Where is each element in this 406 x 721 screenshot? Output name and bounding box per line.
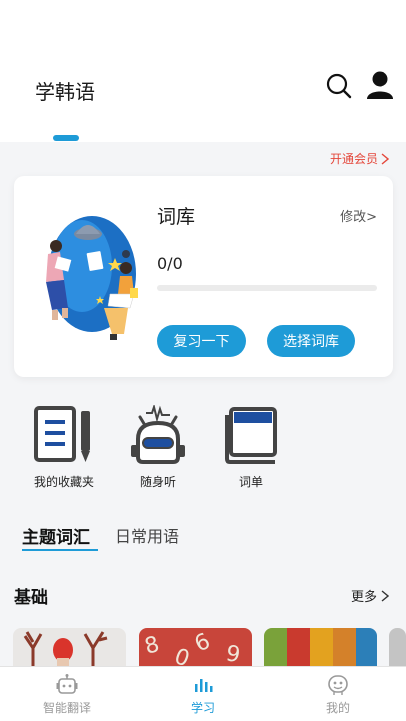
tab-topic-vocabulary[interactable]: 主题词汇 — [22, 523, 90, 548]
numbers-image: 8 0 6 9 — [139, 628, 252, 668]
section-title: 基础 — [14, 588, 48, 608]
page-title: 学韩语 — [35, 80, 95, 104]
nav-translate-label: 智能翻译 — [42, 701, 91, 715]
vip-link-label: 开通会员 — [329, 152, 378, 166]
bars-icon — [195, 679, 213, 692]
select-wordbook-button[interactable]: 选择词库 — [267, 325, 355, 357]
app-header: 学韩语 — [0, 0, 406, 142]
profile-button[interactable] — [366, 70, 394, 100]
topic-card-thumbnail[interactable]: 8 0 6 9 — [139, 628, 252, 668]
reindeer-image — [13, 628, 126, 668]
vip-link[interactable]: 开通会员 — [330, 150, 389, 167]
tab-daily-phrases[interactable]: 日常用语 — [115, 523, 179, 547]
partial-image — [389, 628, 406, 668]
wordbook-title: 词库 — [157, 206, 196, 228]
nav-mine[interactable]: 我的 — [293, 674, 383, 716]
listen-action[interactable]: 随身听 — [118, 405, 198, 490]
edit-wordbook-link[interactable]: 修改> — [340, 206, 377, 225]
study-illustration — [30, 196, 142, 356]
favorites-label: 我的收藏夹 — [33, 475, 94, 489]
bottom-nav: 智能翻译 学习 我的 — [0, 666, 406, 721]
chevron-right-icon — [381, 152, 389, 165]
progress-count: 0/0 — [157, 254, 183, 273]
favorites-action[interactable]: 我的收藏夹 — [24, 405, 104, 490]
more-link-label: 更多 — [350, 590, 377, 605]
nav-study[interactable]: 学习 — [158, 674, 248, 716]
topic-card-thumbnail[interactable] — [13, 628, 126, 668]
book-icon — [225, 407, 277, 464]
wordlist-label: 词单 — [238, 475, 263, 489]
progress-bar — [157, 285, 377, 291]
active-tab-underline — [22, 549, 98, 551]
listen-label: 随身听 — [139, 475, 176, 489]
review-button[interactable]: 复习一下 — [157, 325, 246, 357]
nav-translate[interactable]: 智能翻译 — [22, 674, 112, 716]
smiley-icon — [328, 675, 348, 695]
search-button[interactable] — [325, 72, 353, 100]
topic-card-thumbnail[interactable] — [264, 628, 377, 668]
more-link[interactable]: 更多 — [351, 586, 389, 605]
chevron-right-icon — [381, 589, 389, 602]
user-icon — [367, 71, 393, 99]
robot-radio-icon — [131, 405, 185, 464]
search-icon — [326, 73, 352, 99]
nav-mine-label: 我的 — [325, 701, 350, 715]
robot-icon — [56, 674, 78, 694]
notebook-pencil-icon — [34, 406, 90, 462]
header-tab-indicator — [53, 135, 79, 141]
topic-card-thumbnail[interactable] — [389, 628, 406, 668]
color-stripes-image — [264, 628, 377, 668]
wordbook-card: 词库 修改> 0/0 复习一下 选择词库 — [14, 176, 393, 377]
wordlist-action[interactable]: 词单 — [211, 405, 291, 490]
nav-study-label: 学习 — [190, 701, 215, 715]
